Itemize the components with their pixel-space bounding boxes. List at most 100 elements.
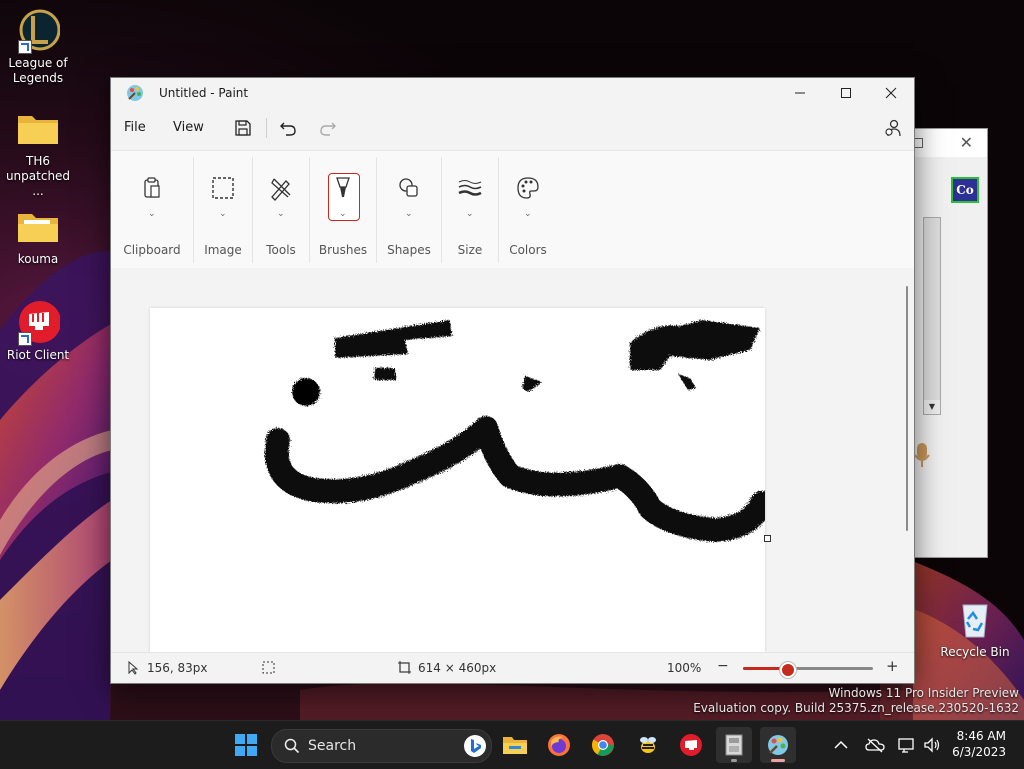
chevron-down-icon: ⌄ [466, 209, 474, 219]
recycle-bin-icon [953, 597, 997, 641]
shortcut-arrow-icon [18, 332, 32, 346]
chevron-down-icon: ⌄ [148, 209, 156, 219]
zoom-slider[interactable] [743, 662, 873, 678]
microphone-icon [914, 443, 930, 467]
maximize-icon [841, 88, 851, 98]
desktop-icon-label: Recycle Bin [940, 645, 1010, 659]
start-button[interactable] [228, 727, 264, 763]
firefox-icon [548, 734, 570, 756]
watermark-line-1: Windows 11 Pro Insider Preview [828, 686, 1019, 700]
taskbar-archive[interactable] [716, 727, 752, 763]
save-icon[interactable] [232, 117, 254, 139]
zoom-level: 100% [667, 661, 702, 675]
ribbon-group-clipboard[interactable]: ⌄ Clipboard [111, 151, 193, 269]
desktop-icon-recycle-bin[interactable]: Recycle Bin [937, 597, 1013, 660]
cursor-pointer-icon [128, 661, 139, 675]
ribbon-group-tools[interactable]: ⌄ Tools [253, 151, 309, 269]
ribbon-toolbar: ⌄ Clipboard ⌄ Image ⌄ Tools ⌄ Brushes ⌄ … [111, 150, 914, 270]
brush-icon [336, 177, 350, 197]
window-title: Untitled - Paint [159, 86, 249, 100]
onedrive-status[interactable] [860, 727, 890, 763]
menu-separator [266, 118, 267, 138]
zoom-out-button[interactable]: − [717, 658, 729, 674]
search-label: Search [308, 738, 357, 754]
ribbon-group-label: Shapes [387, 243, 431, 257]
redo-icon[interactable] [317, 117, 339, 139]
archive-icon [725, 734, 743, 756]
title-bar[interactable]: Untitled - Paint [111, 78, 914, 108]
paint-app-icon [127, 85, 143, 101]
background-window[interactable]: ✕ Co ▼ [912, 128, 988, 558]
taskbar-paint[interactable] [760, 727, 796, 763]
zoom-slider-thumb[interactable] [780, 662, 796, 678]
canvas-size: 614 × 460px [418, 661, 497, 675]
ribbon-group-label: Brushes [318, 243, 368, 257]
desktop-icon-riot-client[interactable]: Riot Client [0, 300, 76, 363]
watermark-line-2: Evaluation copy. Build 25375.zn_release.… [693, 701, 1019, 715]
volume-control[interactable] [918, 727, 946, 763]
running-indicator [731, 759, 737, 762]
taskbar-firefox[interactable] [541, 727, 577, 763]
scroll-down-icon[interactable]: ▼ [924, 400, 940, 414]
taskbar-chrome[interactable] [585, 727, 621, 763]
taskbar-search[interactable]: Search [271, 729, 492, 763]
network-icon [898, 738, 914, 753]
canvas-resize-handle[interactable] [764, 535, 771, 542]
account-settings-icon[interactable] [882, 117, 904, 139]
desktop-icon-label: TH6 unpatched ... [5, 154, 71, 198]
ribbon-group-colors[interactable]: ⌄ Colors [499, 151, 557, 269]
bing-icon [464, 735, 486, 757]
ribbon-group-shapes[interactable]: ⌄ Shapes [377, 151, 441, 269]
close-button[interactable] [868, 78, 914, 108]
desktop-icon-league-of-legends[interactable]: League of Legends [0, 8, 76, 86]
status-bar: 156, 83px 614 × 460px 100% − + [111, 652, 914, 683]
chevron-up-icon [834, 740, 848, 749]
windows-watermark: Windows 11 Pro Insider Preview Evaluatio… [693, 686, 1019, 716]
taskbar-riot-client[interactable] [673, 727, 709, 763]
menu-bar: File View [111, 108, 914, 150]
chevron-down-icon: ⌄ [405, 209, 413, 219]
co-badge[interactable]: Co [951, 177, 979, 203]
desktop-icon-th6-folder[interactable]: TH6 unpatched ... [0, 106, 76, 199]
menu-view[interactable]: View [173, 120, 204, 135]
paint-icon [768, 735, 788, 755]
minimize-button[interactable] [777, 78, 823, 108]
size-icon [458, 180, 482, 196]
tools-icon [271, 178, 291, 201]
riot-client-icon [16, 300, 61, 346]
clock-date: 6/3/2023 [952, 745, 1006, 759]
taskbar-bee-app[interactable] [630, 727, 666, 763]
zoom-in-button[interactable]: + [886, 657, 899, 675]
close-icon [885, 87, 897, 99]
folder-icon [16, 204, 60, 248]
ribbon-group-size[interactable]: ⌄ Size [442, 151, 498, 269]
clipboard-icon [144, 177, 160, 198]
scrollbar[interactable]: ▼ [923, 217, 941, 415]
vertical-scrollbar[interactable] [906, 286, 908, 531]
taskbar-file-explorer[interactable] [497, 727, 533, 763]
show-hidden-icons-button[interactable] [826, 727, 856, 763]
background-window-titlebar[interactable]: ✕ [913, 129, 987, 157]
minimize-icon [795, 92, 805, 94]
desktop-icon-label: League of Legends [8, 56, 68, 85]
desktop-icon-kouma-folder[interactable]: kouma [0, 204, 76, 267]
ribbon-group-label: Image [204, 243, 242, 257]
menu-file[interactable]: File [124, 120, 146, 135]
taskbar: Search 8:46 AM 6/3/2023 [0, 720, 1024, 769]
ribbon-group-image[interactable]: ⌄ Image [194, 151, 252, 269]
ribbon-group-label: Size [457, 243, 483, 257]
drawing-canvas[interactable] [150, 308, 774, 653]
canvas-workarea[interactable] [111, 268, 914, 653]
maximize-button[interactable] [823, 78, 869, 108]
ribbon-group-brushes[interactable]: ⌄ Brushes [310, 151, 376, 269]
system-clock[interactable]: 8:46 AM 6/3/2023 [952, 728, 1006, 760]
close-icon[interactable]: ✕ [960, 133, 973, 152]
ribbon-group-label: Colors [509, 243, 547, 257]
active-indicator [771, 759, 785, 762]
folder-icon [16, 106, 60, 150]
chevron-down-icon: ⌄ [339, 209, 347, 219]
league-of-legends-icon [16, 8, 61, 54]
paint-window[interactable]: Untitled - Paint File View ⌄ Clipboard ⌄… [110, 77, 915, 684]
canvas-drawing [264, 320, 774, 542]
undo-icon[interactable] [277, 117, 299, 139]
